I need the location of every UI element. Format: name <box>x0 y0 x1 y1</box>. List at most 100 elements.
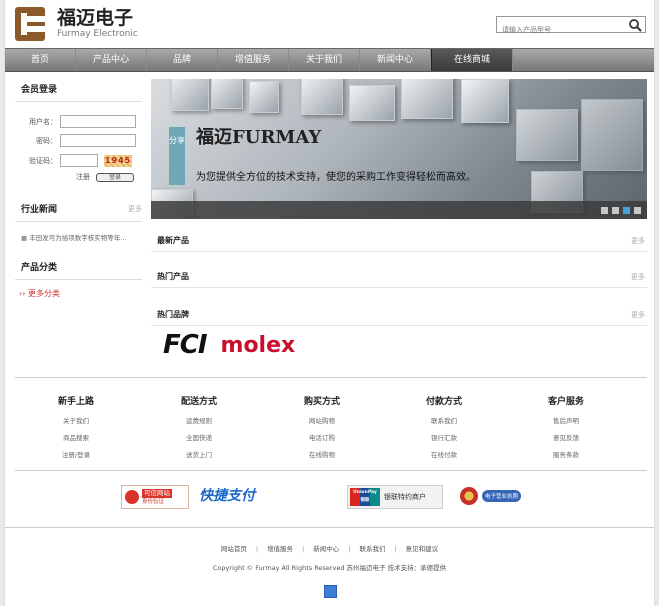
footer-link[interactable]: 售后声明 <box>531 413 601 430</box>
category-heading: 产品分类 <box>15 256 142 280</box>
trusted-site-badge[interactable]: 可信网站 身份验证 <box>121 485 189 509</box>
footer-col-title: 购买方式 <box>303 397 340 407</box>
footer-col-newbie: 新手上路 关于我们 商品搜索 注册/登录 <box>41 394 111 464</box>
news-heading: 行业新闻 更多 <box>15 198 142 222</box>
bottom-link[interactable]: 网站首页 <box>221 545 247 553</box>
search-icon[interactable] <box>628 18 642 32</box>
section-title: 热门产品 <box>157 272 189 281</box>
slide-dot-active[interactable] <box>623 207 630 214</box>
chevrons-icon: ›› <box>19 289 28 298</box>
page: 福迈电子 Furmay Electronic 首页 产品中心 品牌 增值服务 关… <box>4 0 655 606</box>
national-emblem-icon <box>460 487 478 505</box>
login-form: 用户名： 密码： 验证码： 1945 注册 登录 <box>15 102 142 182</box>
username-label: 用户名： <box>29 117 57 126</box>
section-hot-products: 热门产品 更多 <box>151 258 647 288</box>
bottom-link[interactable]: 意见和建议 <box>406 545 439 553</box>
banner-cube <box>171 79 209 111</box>
captcha-field[interactable] <box>60 154 98 167</box>
brand-logos: FCI molex <box>163 330 295 360</box>
search-input[interactable] <box>497 22 624 38</box>
footer-link[interactable]: 服务条款 <box>531 447 601 464</box>
banner-cube <box>581 99 643 171</box>
nav-brands[interactable]: 品牌 <box>147 49 218 71</box>
footer-link[interactable]: 联系我们 <box>409 413 479 430</box>
share-tab[interactable]: 分享 <box>169 127 185 185</box>
footer-link[interactable]: 运费规则 <box>164 413 234 430</box>
footer-link[interactable]: 送货上门 <box>164 447 234 464</box>
bottom-link[interactable]: 新闻中心 <box>313 545 339 553</box>
sidebar: 会员登录 用户名： 密码： 验证码： 1945 注册 登录 行业新闻 更多 ■ … <box>15 78 142 299</box>
banner-cube <box>249 81 279 113</box>
section-more-link[interactable]: 更多 <box>631 236 645 246</box>
footer-link[interactable]: 关于我们 <box>41 413 111 430</box>
nav-shop[interactable]: 在线商城 <box>431 49 513 71</box>
news-item-text: 丰田发可为插项数字核实物等年... <box>29 234 127 242</box>
search-box <box>496 16 646 38</box>
slide-dot[interactable] <box>601 207 608 214</box>
footer-col-title: 付款方式 <box>425 397 462 407</box>
banner-subtitle: 为您提供全方位的技术支持，使您的采购工作变得轻松而高效。 <box>196 172 476 183</box>
news-item[interactable]: ■ 丰田发可为插项数字核实物等年... <box>15 222 142 242</box>
news-title: 行业新闻 <box>21 205 58 215</box>
logo-subtitle: Furmay Electronic <box>57 29 138 39</box>
divider <box>15 470 647 471</box>
slide-dot[interactable] <box>634 207 641 214</box>
captcha-image[interactable]: 1945 <box>104 154 132 167</box>
footer-link[interactable]: 商品搜索 <box>41 430 111 447</box>
nav-products[interactable]: 产品中心 <box>76 49 147 71</box>
divider <box>5 527 654 528</box>
section-title: 热门品牌 <box>157 310 189 319</box>
banner-cube <box>349 85 395 121</box>
section-new-products: 最新产品 更多 <box>151 222 647 252</box>
login-button[interactable]: 登录 <box>96 172 134 182</box>
slide-dot[interactable] <box>612 207 619 214</box>
nav-home[interactable]: 首页 <box>5 49 76 71</box>
section-more-link[interactable]: 更多 <box>631 310 645 320</box>
banner-cube <box>516 109 578 161</box>
banner-strip <box>151 201 647 219</box>
footer-link[interactable]: 银行汇款 <box>409 430 479 447</box>
brand-logo-molex[interactable]: molex <box>221 333 296 358</box>
footer-link[interactable]: 注册/登录 <box>41 447 111 464</box>
register-link[interactable]: 注册 <box>76 172 90 182</box>
banner-cube <box>401 79 453 119</box>
banner-cube <box>301 79 343 115</box>
hero-banner[interactable]: 分享 福迈FURMAY 为您提供全方位的技术支持，使您的采购工作变得轻松而高效。 <box>151 79 647 219</box>
trusted-site-icon <box>125 490 139 504</box>
business-license-badge[interactable]: 电子营业执照 <box>460 485 530 507</box>
nav-services[interactable]: 增值服务 <box>218 49 289 71</box>
site-logo[interactable]: 福迈电子 Furmay Electronic <box>15 6 138 42</box>
nav-news[interactable]: 新闻中心 <box>360 49 431 71</box>
footer-link[interactable]: 网站购物 <box>287 413 357 430</box>
footer-link[interactable]: 全国快递 <box>164 430 234 447</box>
unionpay-icon: UnionPay 银联 <box>350 488 380 506</box>
quickpay-badge[interactable]: 快捷支付 <box>199 485 265 507</box>
bottom-links: 网站首页 | 增值服务 | 新闻中心 | 联系我们 | 意见和建议 <box>220 545 439 553</box>
nav-about[interactable]: 关于我们 <box>289 49 360 71</box>
site-stat-icon[interactable] <box>324 585 337 598</box>
username-field[interactable] <box>60 115 136 128</box>
footer-link[interactable]: 在线购物 <box>287 447 357 464</box>
footer-col-service: 客户服务 售后声明 意见反馈 服务条款 <box>531 394 601 464</box>
news-more-link[interactable]: 更多 <box>128 204 142 214</box>
footer-link[interactable]: 在线付款 <box>409 447 479 464</box>
logo-title: 福迈电子 <box>57 7 134 29</box>
section-more-link[interactable]: 更多 <box>631 272 645 282</box>
banner-cube <box>461 79 509 123</box>
unionpay-badge[interactable]: UnionPay 银联 银联特约商户 <box>347 485 443 509</box>
footer-link[interactable]: 电话订购 <box>287 430 357 447</box>
more-categories-link[interactable]: ›› 更多分类 <box>15 280 142 299</box>
bottom-link[interactable]: 联系我们 <box>359 545 385 553</box>
bottom-link[interactable]: 增值服务 <box>267 545 293 553</box>
footer-link[interactable]: 意见反馈 <box>531 430 601 447</box>
login-heading: 会员登录 <box>15 78 142 102</box>
brand-logo-fci[interactable]: FCI <box>163 330 208 360</box>
footer-col-delivery: 配送方式 运费规则 全国快递 送货上门 <box>164 394 234 464</box>
slide-dots <box>601 207 641 214</box>
logo-mark-icon <box>15 7 51 41</box>
captcha-label: 验证码： <box>29 156 57 165</box>
password-field[interactable] <box>60 134 136 147</box>
section-hot-brands: 热门品牌 更多 <box>151 296 647 326</box>
footer-col-title: 新手上路 <box>57 397 94 407</box>
footer-col-payment: 付款方式 联系我们 银行汇款 在线付款 <box>409 394 479 464</box>
